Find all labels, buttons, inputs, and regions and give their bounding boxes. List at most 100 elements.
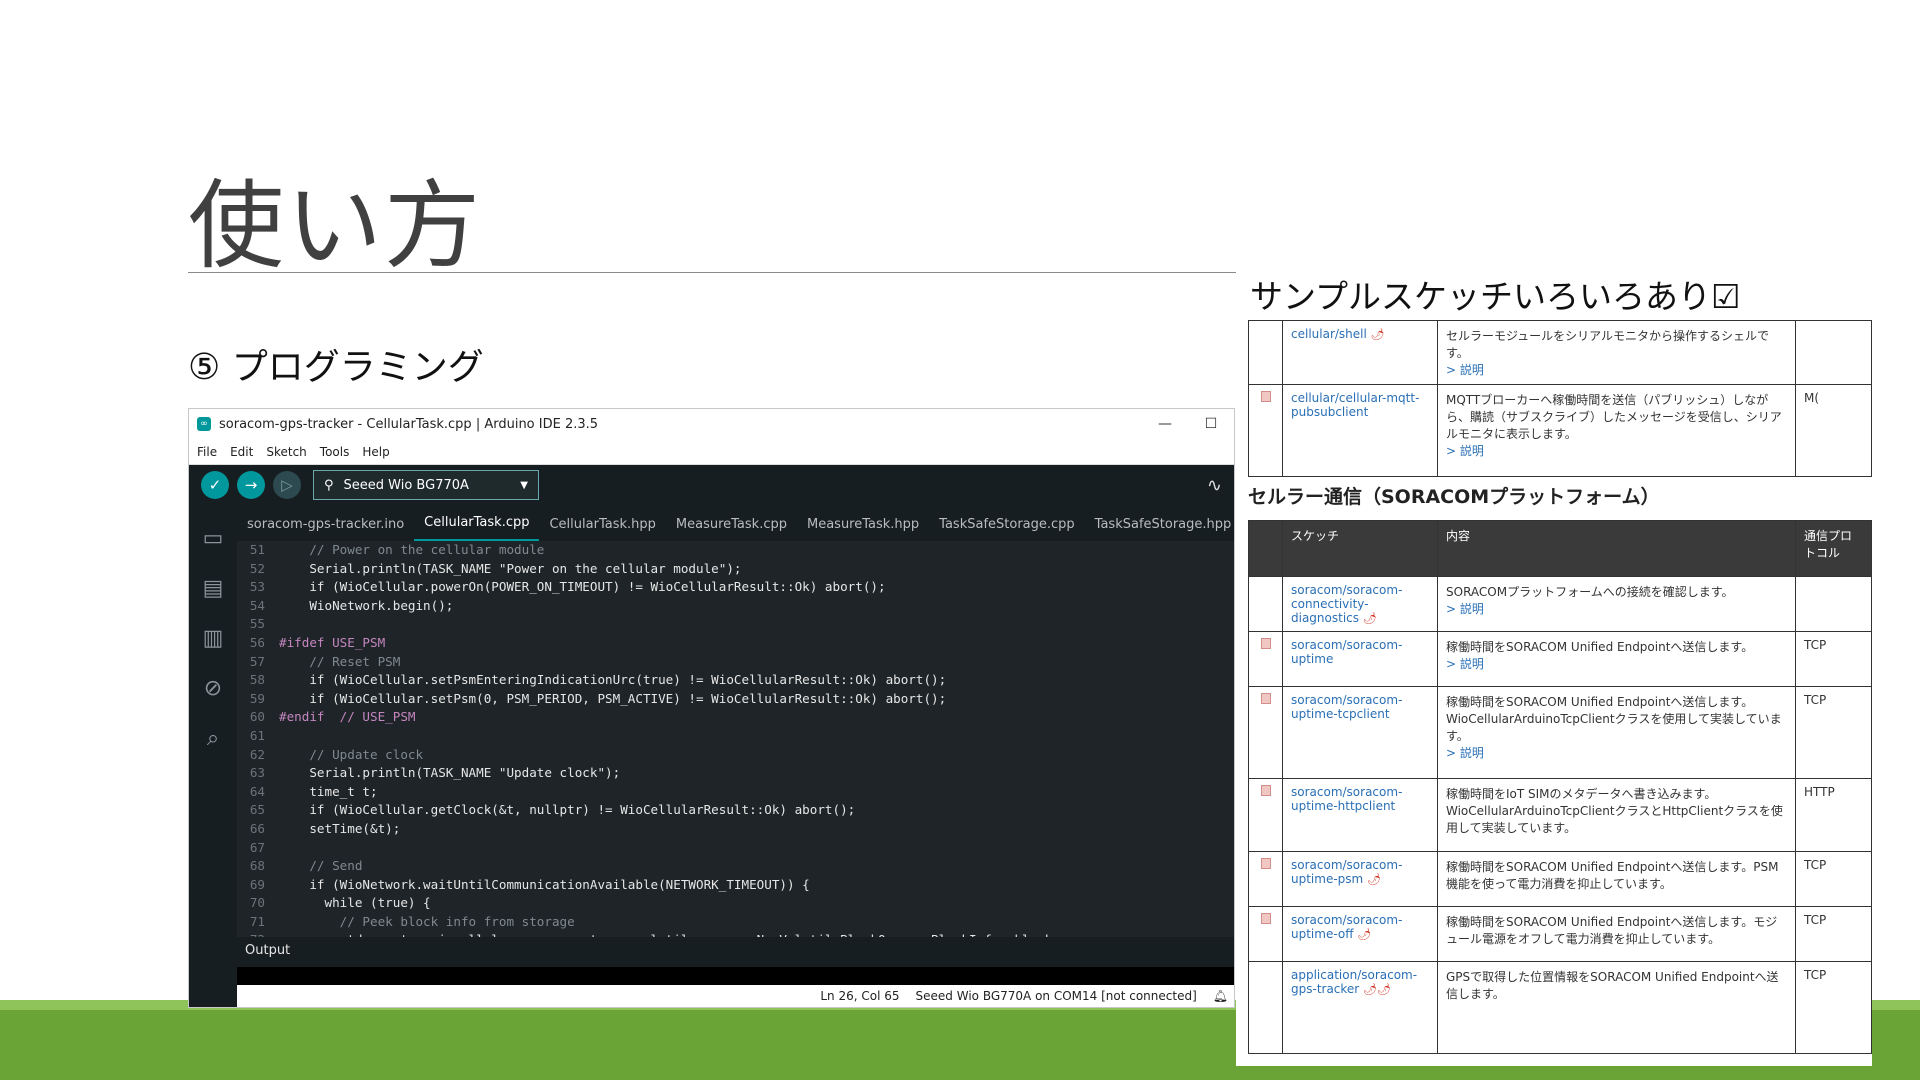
minimize-icon[interactable]: —: [1142, 409, 1188, 439]
code-text: Serial.println(TASK_NAME "Update clock")…: [279, 765, 621, 781]
header-protocol: 通信プロトコル: [1795, 520, 1872, 577]
verify-check-icon[interactable]: ✓: [201, 471, 229, 499]
proto-cell: TCP: [1795, 686, 1872, 779]
code-line: 57 // Reset PSM: [237, 653, 1234, 672]
code-line: 66 setTime(&t);: [237, 820, 1234, 839]
explain-link[interactable]: > 説明: [1446, 363, 1484, 377]
file-icon-cell: [1248, 320, 1283, 385]
sketch-desc: MQTTブローカーへ稼働時間を送信（パブリッシュ）しながら、購読（サブスクライブ…: [1446, 393, 1782, 441]
tab-cellulartask-cpp[interactable]: CellularTask.cpp: [414, 515, 540, 541]
sketch-link[interactable]: soracom/soracom-uptime-httpclient: [1291, 785, 1402, 813]
output-console[interactable]: [237, 967, 1234, 987]
explain-link[interactable]: > 説明: [1446, 602, 1484, 616]
tab-cellulartask-hpp[interactable]: CellularTask.hpp: [539, 517, 665, 541]
tab-ino[interactable]: soracom-gps-tracker.ino: [237, 517, 414, 541]
title-divider: [188, 272, 1238, 273]
sketch-desc: 稼働時間をSORACOM Unified Endpointへ送信します。PSM機…: [1437, 851, 1796, 907]
line-number: 70: [249, 895, 265, 911]
upload-arrow-icon[interactable]: →: [237, 471, 265, 499]
file-icon: [1260, 858, 1271, 869]
line-number: 59: [249, 690, 265, 706]
explain-link[interactable]: > 説明: [1446, 746, 1484, 760]
code-line: 53 if (WioCellular.powerOn(POWER_ON_TIME…: [237, 578, 1234, 597]
code-line: 52 Serial.println(TASK_NAME "Power on th…: [237, 560, 1234, 579]
code-line: 65 if (WioCellular.getClock(&t, nullptr)…: [237, 801, 1234, 820]
header-sketch: スケッチ: [1282, 520, 1438, 577]
line-number: 52: [249, 560, 265, 576]
code-text: if (WioNetwork.waitUntilCommunicationAva…: [279, 876, 810, 892]
pepper-icon: 🌶: [1367, 873, 1382, 886]
maximize-icon[interactable]: ☐: [1188, 409, 1234, 439]
tab-tasksafestorage-hpp[interactable]: TaskSafeStorage.hpp: [1085, 517, 1234, 541]
sketch-link[interactable]: cellular/cellular-mqtt-pubsubclient: [1291, 391, 1419, 419]
menu-help[interactable]: Help: [362, 445, 389, 459]
tab-measuretask-hpp[interactable]: MeasureTask.hpp: [797, 517, 929, 541]
line-number: 54: [249, 597, 265, 613]
explain-link[interactable]: > 説明: [1446, 444, 1484, 458]
sketch-desc: 稼働時間をIoT SIMのメタデータへ書き込みます。WioCellularArd…: [1437, 778, 1796, 852]
board-selector[interactable]: ⚲ Seeed Wio BG770A ▼: [313, 470, 539, 500]
debug-icon[interactable]: ▷: [273, 471, 301, 499]
board-name: Seeed Wio BG770A: [343, 477, 469, 493]
code-text: #endif // USE_PSM: [279, 709, 416, 725]
sketch-link[interactable]: soracom/soracom-connectivity-diagnostics: [1291, 583, 1402, 625]
code-text: // Send: [279, 858, 363, 874]
debug-disabled-icon[interactable]: ⊘: [204, 663, 222, 713]
proto-cell: M(: [1795, 384, 1872, 477]
boards-manager-icon[interactable]: ▤: [203, 563, 224, 613]
proto-cell: TCP: [1795, 961, 1872, 1054]
sample-sketch-panel: サンプルスケッチいろいろあり☑ cellular/shell 🌶 セルラーモジュ…: [1236, 260, 1872, 1066]
header-content: 内容: [1437, 520, 1796, 577]
sketch-link[interactable]: soracom/soracom-uptime: [1291, 638, 1402, 666]
arduino-logo-icon: ∞: [197, 417, 211, 431]
search-icon[interactable]: ⌕: [207, 713, 219, 763]
arduino-ide-window: ∞ soracom-gps-tracker - CellularTask.cpp…: [188, 408, 1235, 1008]
slide-title: 使い方: [188, 170, 482, 282]
sketch-link[interactable]: application/soracom-gps-tracker: [1291, 968, 1417, 996]
menu-tools[interactable]: Tools: [320, 445, 350, 459]
code-line: 63 Serial.println(TASK_NAME "Update cloc…: [237, 764, 1234, 783]
folder-icon[interactable]: ▭: [203, 513, 224, 563]
menu-edit[interactable]: Edit: [230, 445, 253, 459]
line-number: 68: [249, 858, 265, 874]
code-editor[interactable]: 51 // Power on the cellular module 52 Ser…: [237, 541, 1234, 937]
usb-icon: ⚲: [324, 477, 334, 493]
activity-sidebar: ▭ ▤ ▥ ⊘ ⌕: [189, 505, 237, 1007]
menu-sketch[interactable]: Sketch: [266, 445, 306, 459]
tab-measuretask-cpp[interactable]: MeasureTask.cpp: [666, 517, 797, 541]
menu-file[interactable]: File: [197, 445, 217, 459]
code-line: 64 time_t t;: [237, 783, 1234, 802]
explain-link[interactable]: > 説明: [1446, 657, 1484, 671]
step-label: ⑤ プログラミング: [188, 347, 484, 388]
line-number: 56: [249, 634, 265, 650]
library-icon[interactable]: ▥: [203, 613, 224, 663]
ide-toolbar: ✓ → ▷ ⚲ Seeed Wio BG770A ▼ ∿: [189, 465, 1234, 505]
code-line: 51 // Power on the cellular module: [237, 541, 1234, 560]
serial-plotter-icon[interactable]: ∿: [1207, 475, 1222, 496]
file-tabs: soracom-gps-tracker.ino CellularTask.cpp…: [237, 505, 1234, 541]
code-line: 70 while (true) {: [237, 894, 1234, 913]
table-row: soracom/soracom-uptime-tcpclient 稼働時間をSO…: [1248, 686, 1872, 779]
code-text: if (WioCellular.setPsmEnteringIndication…: [279, 672, 947, 688]
bell-icon[interactable]: 🔔︎: [1213, 989, 1228, 1003]
pepper-icon: 🌶: [1357, 928, 1372, 941]
code-text: // Reset PSM: [279, 653, 401, 669]
sketch-link[interactable]: soracom/soracom-uptime-off: [1291, 913, 1402, 941]
sketch-link[interactable]: cellular/shell: [1291, 327, 1367, 341]
sketch-link[interactable]: soracom/soracom-uptime-psm: [1291, 858, 1402, 886]
proto-cell: TCP: [1795, 851, 1872, 907]
line-number: 67: [249, 839, 265, 855]
sketch-desc: GPSで取得した位置情報をSORACOM Unified Endpointへ送信…: [1437, 961, 1796, 1054]
tab-tasksafestorage-cpp[interactable]: TaskSafeStorage.cpp: [929, 517, 1085, 541]
board-status: Seeed Wio BG770A on COM14 [not connected…: [915, 989, 1197, 1003]
code-text: if (WioCellular.setPsm(0, PSM_PERIOD, PS…: [279, 690, 947, 706]
code-text: // Power on the cellular module: [279, 542, 545, 557]
sketch-link[interactable]: soracom/soracom-uptime-tcpclient: [1291, 693, 1402, 721]
line-number: 64: [249, 783, 265, 799]
line-number: 69: [249, 876, 265, 892]
line-number: 65: [249, 802, 265, 818]
line-number: 53: [249, 579, 265, 595]
cursor-position: Ln 26, Col 65: [820, 989, 900, 1003]
section-title: セルラー通信（SORACOMプラットフォーム）: [1248, 486, 1660, 508]
code-line: 60 #endif // USE_PSM: [237, 708, 1234, 727]
